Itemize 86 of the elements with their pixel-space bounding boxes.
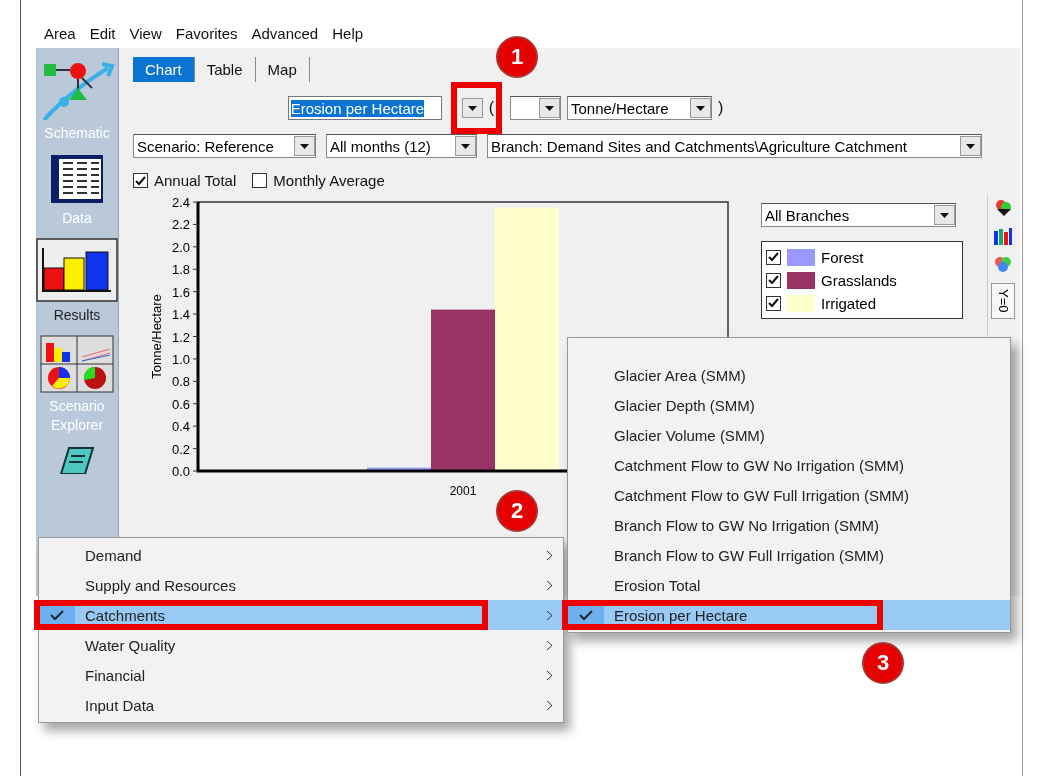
caret-icon [461, 143, 470, 149]
dropdown-button[interactable] [539, 98, 560, 118]
sidebar-item[interactable]: Results [36, 237, 118, 325]
x-axis-label: 2001 [449, 484, 477, 498]
dropdown-button[interactable] [294, 136, 315, 156]
caret-icon [545, 105, 554, 111]
notepad-icon [57, 444, 97, 475]
y-tick-label: 0.0 [171, 464, 190, 479]
menu-item[interactable]: Financial [39, 660, 563, 690]
side-tab[interactable]: Y=0 [991, 283, 1015, 319]
branch-dropdown[interactable]: All Branches [761, 203, 956, 227]
dropdown-button[interactable] [455, 136, 476, 156]
y-tick-label: 0.8 [171, 374, 190, 390]
checkbox[interactable] [252, 173, 268, 188]
chevron-right-icon [546, 699, 553, 711]
step-number-badge: 3 [862, 642, 904, 684]
checkbox-label: Monthly Average [273, 172, 385, 189]
caret-icon [300, 143, 309, 149]
dropdown-button[interactable] [960, 136, 981, 156]
menu-item[interactable]: Glacier Area (SMM) [568, 360, 1010, 390]
menu-item[interactable]: Erosion Total [568, 570, 1010, 600]
dropdown-button[interactable] [461, 98, 483, 118]
caret-icon [966, 143, 975, 149]
menu-item[interactable]: Glacier Depth (SMM) [568, 390, 1010, 420]
menu-bar-item[interactable]: Area [44, 24, 76, 42]
variable-field[interactable]: Erosion per Hectare [287, 96, 442, 120]
parenthesis: ( [488, 99, 494, 117]
menu-bar-item[interactable]: View [129, 24, 162, 42]
filter-dropdown[interactable]: Branch: Demand Sites and Catchments\Agriculture Catchment [487, 134, 982, 158]
caret-icon [696, 105, 705, 111]
y-tick-label: 1.6 [171, 284, 190, 300]
y-tick-label: 0.6 [171, 396, 190, 412]
filter-dropdown[interactable]: Scenario: Reference [133, 134, 316, 158]
y-tick-label: 2.4 [171, 195, 190, 210]
menu-item[interactable]: Demand [39, 540, 563, 570]
table-icon [49, 152, 105, 205]
chevron-right-icon [546, 579, 553, 591]
menu-item[interactable]: Catchment Flow to GW No Irrigation (SMM) [568, 450, 1010, 480]
unit-prefix-dropdown[interactable] [510, 96, 561, 120]
y-tick-label: 1.4 [171, 307, 190, 323]
menu-bar-item[interactable]: Favorites [175, 24, 238, 42]
menu-item[interactable]: Input Data [39, 690, 563, 720]
chevron-right-icon [546, 549, 553, 561]
menu-item[interactable]: Glacier Volume (SMM) [568, 420, 1010, 450]
chevron-right-icon [546, 639, 553, 651]
legend-label: Irrigated [821, 294, 877, 312]
y-tick-label: 1.8 [171, 262, 190, 278]
y-tick-label: 2.2 [171, 217, 190, 233]
y-tick-label: 0.4 [171, 419, 190, 435]
caret-icon [940, 212, 949, 218]
menu-item[interactable]: Water Quality [39, 630, 563, 660]
checkbox[interactable] [133, 173, 148, 188]
menu-item[interactable]: Catchment Flow to GW Full Irrigation (SMM) [568, 480, 1010, 510]
legend-label: Forest [821, 248, 864, 266]
checkbox[interactable] [766, 249, 781, 265]
menu-item[interactable]: Branch Flow to GW No Irrigation (SMM) [568, 510, 1010, 540]
tab[interactable]: Chart [133, 57, 195, 82]
menu-item[interactable]: Branch Flow to GW Full Irrigation (SMM) [568, 540, 1010, 570]
menu-item[interactable]: Supply and Resources [39, 570, 563, 600]
filter-dropdown[interactable]: All months (12) [326, 134, 477, 158]
menu-bar-item[interactable]: Advanced [251, 24, 319, 42]
checkmark-icon [579, 609, 593, 621]
unit-dropdown[interactable]: Tonne/Hectare [567, 96, 712, 120]
y-tick-label: 2.0 [171, 239, 190, 255]
y-tick-label: 1.0 [171, 351, 190, 367]
y-axis-title: Tonne/Hectare [149, 294, 164, 379]
y-tick-label: 1.2 [171, 329, 190, 345]
palette-icon[interactable] [993, 199, 1013, 217]
parenthesis: ) [718, 99, 724, 117]
charts-grid-icon [40, 334, 114, 393]
menu-bar-item[interactable]: Help [332, 24, 364, 42]
checkbox[interactable] [766, 272, 781, 288]
bar-chart-icon[interactable] [993, 227, 1013, 245]
caret-icon [467, 105, 477, 111]
circles-icon[interactable] [993, 255, 1013, 273]
legend-label: Grasslands [821, 271, 897, 289]
step-number-badge: 1 [496, 36, 538, 78]
checkbox-label: Annual Total [154, 172, 237, 189]
menu-bar-item[interactable]: Edit [89, 24, 116, 42]
checkmark-icon [50, 609, 64, 621]
chevron-right-icon [546, 609, 553, 621]
dropdown-button[interactable] [934, 205, 955, 225]
y-tick-label: 0.2 [171, 441, 190, 457]
checkbox[interactable] [766, 295, 781, 311]
dropdown-button[interactable] [690, 98, 711, 118]
chevron-right-icon [546, 669, 553, 681]
